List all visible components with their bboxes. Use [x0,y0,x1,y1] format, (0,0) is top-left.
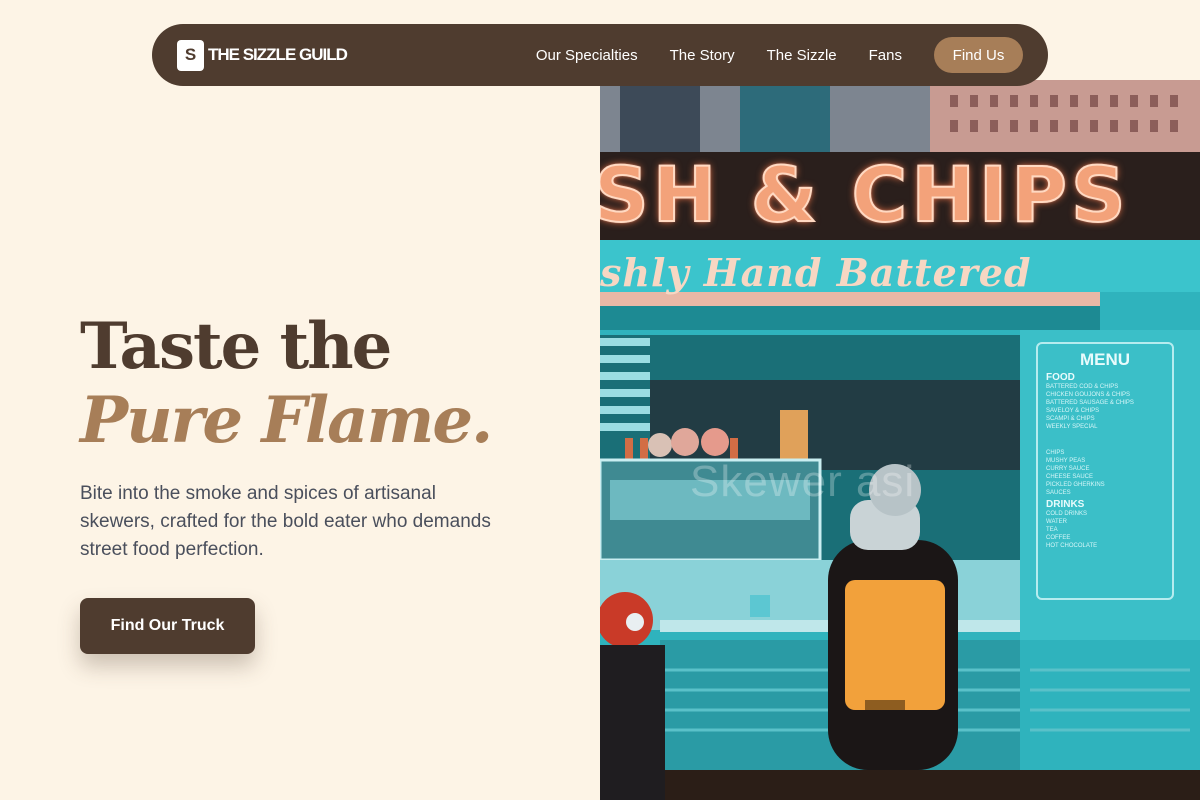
menu-item: WATER [1046,519,1067,525]
menu-item: SAUCES [1046,490,1071,496]
menu-board: MENU FOOD BATTERED COD & CHIPS CHICKEN G… [1036,342,1174,600]
menu-item: BATTERED SAUSAGE & CHIPS [1046,400,1134,406]
menu-item: CURRY SAUCE [1046,466,1090,472]
hand-battered-sign-text: shly Hand Battered [600,250,1032,295]
find-us-button[interactable]: Find Us [934,37,1023,73]
hero-title-line1: Taste the [80,309,392,384]
menu-item: SCAMPI & CHIPS [1046,416,1095,422]
hero-photo-food-truck: SH & CHIPS shly Hand Battered Skewer asi… [600,80,1200,800]
hero-subtitle: Bite into the smoke and spices of artisa… [80,483,491,560]
menu-item: WEEKLY SPECIAL [1046,424,1098,430]
menu-item: HOT CHOCOLATE [1046,543,1098,549]
menu-item: BATTERED COD & CHIPS [1046,384,1119,390]
menu-food-heading: FOOD [1046,372,1075,383]
menu-item: COLD DRINKS [1046,511,1088,517]
hero-title-line2: Pure Flame. [80,383,493,458]
hero-section: Taste the Pure Flame. Bite into the smok… [80,310,580,654]
nav-link-the-story[interactable]: The Story [670,47,735,64]
brand-name: THE SIZZLE GUILD [208,45,348,64]
faded-overlay-text: Skewer asi [690,457,916,506]
logo-square-icon: S [177,39,204,71]
menu-item: CHICKEN GOUJONS & CHIPS [1046,392,1131,398]
menu-item: MUSHY PEAS [1046,458,1086,464]
menu-item: CHIPS [1046,450,1065,456]
brand-logo-link[interactable]: S THE SIZZLE GUILD [177,39,348,71]
menu-item: COFFEE [1046,535,1071,541]
nav-link-our-specialties[interactable]: Our Specialties [536,47,638,64]
menu-board-title: MENU [1079,350,1131,369]
find-our-truck-button[interactable]: Find Our Truck [80,598,255,654]
hero-title: Taste the Pure Flame. [80,310,580,458]
nav-links: Our Specialties The Story The Sizzle Fan… [536,37,1023,73]
nav-link-fans[interactable]: Fans [869,47,902,64]
nav-link-the-sizzle[interactable]: The Sizzle [767,47,837,64]
menu-item: PICKLED GHERKINS [1046,482,1105,488]
menu-item: TEA [1046,527,1058,533]
menu-drinks-heading: DRINKS [1046,499,1085,510]
menu-item: SAVELOY & CHIPS [1046,408,1100,414]
menu-item: CHEESE SAUCE [1046,474,1094,480]
neon-sign-text: SH & CHIPS [600,149,1130,240]
top-navigation: S THE SIZZLE GUILD Our Specialties The S… [152,24,1048,86]
